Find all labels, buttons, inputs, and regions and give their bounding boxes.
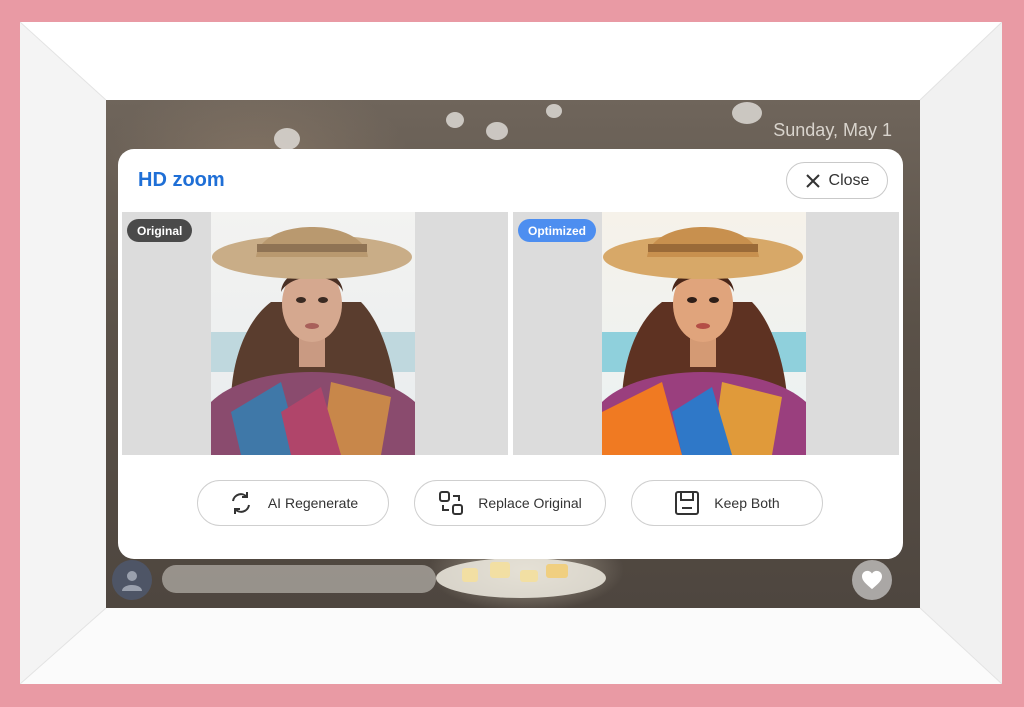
blossom-decoration [486, 122, 508, 140]
close-label: Close [828, 171, 870, 189]
optimized-badge: Optimized [518, 219, 597, 242]
favorite-button[interactable] [852, 560, 892, 600]
heart-icon [862, 570, 882, 590]
ai-regenerate-button[interactable]: AI Regenerate [197, 480, 389, 526]
avatar[interactable] [112, 560, 152, 600]
original-badge: Original [127, 219, 193, 242]
replace-original-button[interactable]: Replace Original [414, 480, 606, 526]
blossom-decoration [446, 112, 464, 128]
keep-both-button[interactable]: Keep Both [631, 480, 823, 526]
caption-bar [162, 565, 436, 593]
original-preview: Original [122, 212, 508, 455]
food-decoration [520, 570, 538, 582]
optimized-photo [602, 212, 806, 455]
dialog-title: HD zoom [138, 169, 225, 191]
hd-zoom-dialog: HD zoom Close Original Optimized AI Rege… [118, 149, 903, 559]
blossom-decoration [732, 102, 762, 124]
original-photo [211, 212, 415, 455]
food-decoration [546, 564, 568, 578]
close-button[interactable]: Close [786, 162, 888, 199]
refresh-icon [231, 492, 250, 514]
ai-regenerate-label: AI Regenerate [267, 495, 359, 511]
screen-date: Sunday, May 1 [773, 120, 892, 140]
replace-icon [439, 491, 464, 515]
food-decoration [490, 562, 510, 578]
save-icon [675, 491, 700, 515]
keep-both-label: Keep Both [714, 495, 780, 511]
blossom-decoration [546, 104, 562, 118]
blossom-decoration [274, 128, 300, 150]
user-icon [122, 571, 142, 591]
optimized-preview: Optimized [513, 212, 899, 455]
actions-row: AI Regenerate Replace Original Keep Both [118, 480, 903, 526]
food-decoration [462, 568, 478, 582]
replace-original-label: Replace Original [478, 495, 582, 511]
close-icon [805, 173, 820, 188]
